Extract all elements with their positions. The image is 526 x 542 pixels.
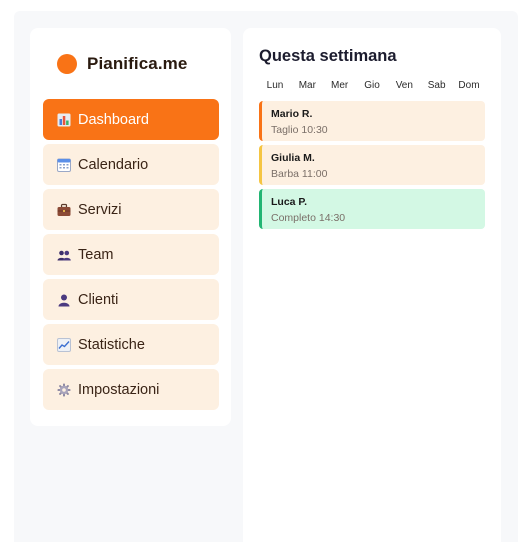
- appointment-client-name: Giulia M.: [271, 152, 315, 164]
- trend-chart-icon: [57, 337, 71, 352]
- weekday-label: Gio: [364, 80, 380, 91]
- week-panel: Questa settimana Lun Mar Mer Gio Ven Sab…: [243, 28, 501, 542]
- sidebar-item-label: Impostazioni: [78, 381, 160, 398]
- weekday-header: Lun Mar Mer Gio Ven Sab Dom: [259, 80, 485, 91]
- sidebar-item-label: Dashboard: [78, 111, 149, 128]
- appointment-card[interactable]: Mario R. Taglio 10:30: [259, 101, 485, 141]
- weekday-label: Dom: [458, 80, 480, 91]
- brand-name: Pianifica.me: [87, 54, 188, 73]
- appointment-detail: Taglio 10:30: [271, 124, 328, 136]
- sidebar-item-impostazioni[interactable]: Impostazioni: [43, 369, 219, 410]
- sidebar-item-servizi[interactable]: Servizi: [43, 189, 219, 230]
- sidebar-item-statistiche[interactable]: Statistiche: [43, 324, 219, 365]
- appointment-card[interactable]: Giulia M. Barba 11:00: [259, 145, 485, 185]
- people-icon: [57, 248, 71, 262]
- sidebar-item-label: Team: [78, 246, 114, 263]
- person-icon: [57, 293, 71, 307]
- page-title: Questa settimana: [259, 47, 397, 65]
- weekday-label: Mer: [331, 80, 349, 91]
- appointment-detail: Barba 11:00: [271, 168, 328, 180]
- sidebar: Pianifica.me Dashboard Calendario Serviz…: [30, 28, 231, 426]
- sidebar-item-label: Servizi: [78, 201, 122, 218]
- calendar-icon: [57, 158, 71, 172]
- gear-icon: [57, 383, 71, 397]
- weekday-label: Sab: [427, 80, 446, 91]
- appointment-detail: Completo 14:30: [271, 212, 346, 224]
- sidebar-item-team[interactable]: Team: [43, 234, 219, 275]
- sidebar-nav: Dashboard Calendario Servizi Team Client…: [43, 99, 219, 414]
- sidebar-item-calendario[interactable]: Calendario: [43, 144, 219, 185]
- appointment-client-name: Mario R.: [271, 108, 313, 120]
- brand[interactable]: Pianifica.me: [57, 53, 187, 75]
- appointment-list: Mario R. Taglio 10:30 Giulia M. Barba 11…: [259, 101, 485, 233]
- sidebar-item-label: Calendario: [78, 156, 149, 173]
- weekday-label: Ven: [395, 80, 413, 91]
- sidebar-item-label: Clienti: [78, 291, 119, 308]
- appointment-client-name: Luca P.: [271, 196, 307, 208]
- bar-chart-icon: [57, 113, 71, 127]
- sidebar-item-label: Statistiche: [78, 336, 145, 353]
- appointment-card[interactable]: Luca P. Completo 14:30: [259, 189, 485, 229]
- sidebar-item-clienti[interactable]: Clienti: [43, 279, 219, 320]
- brand-logo-icon: [57, 54, 77, 74]
- weekday-label: Lun: [266, 80, 284, 91]
- sidebar-item-dashboard[interactable]: Dashboard: [43, 99, 219, 140]
- briefcase-icon: [57, 203, 71, 217]
- weekday-label: Mar: [298, 80, 316, 91]
